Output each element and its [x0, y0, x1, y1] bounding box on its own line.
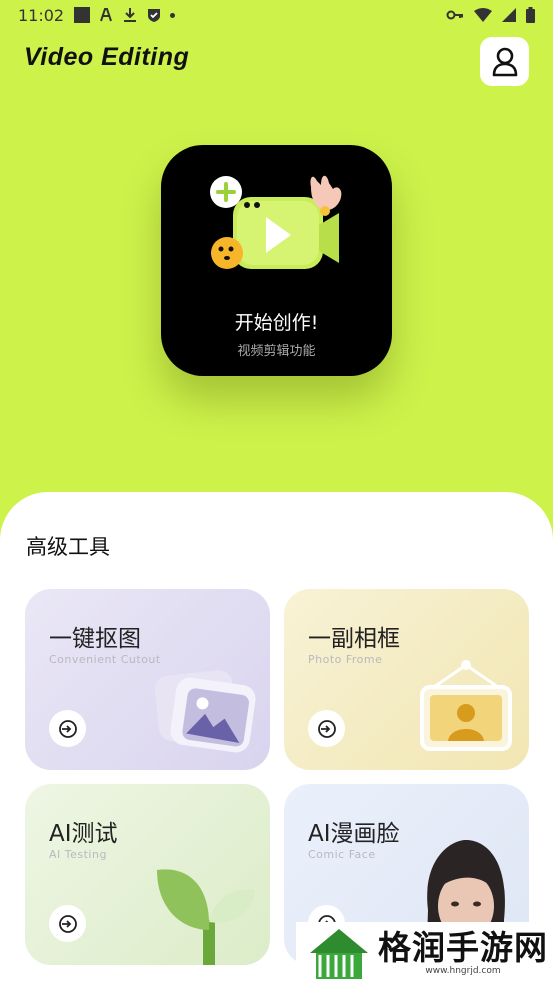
- card-title: 一副相框: [308, 626, 400, 652]
- card-title: AI漫画脸: [308, 821, 400, 847]
- card-subtitle: AI Testing: [49, 848, 107, 861]
- enter-button[interactable]: [49, 905, 86, 942]
- image-picture-icon: [154, 670, 256, 753]
- card-subtitle: Convenient Cutout: [49, 653, 161, 666]
- card-title: AI测试: [49, 821, 118, 847]
- font-download-icon: [100, 8, 113, 22]
- app-title: Video Editing: [24, 43, 190, 71]
- profile-button[interactable]: [480, 37, 529, 86]
- photo-frame-tool-card[interactable]: 一副相框 Photo Frome: [284, 589, 529, 770]
- notification-square-icon: [74, 7, 91, 23]
- app-header: Video Editing: [24, 37, 529, 88]
- ai-testing-tool-card[interactable]: AI测试 AI Testing: [25, 784, 270, 965]
- user-icon: [492, 47, 517, 76]
- site-watermark: 格润手游网 www.hngrjd.com: [296, 922, 553, 984]
- hero-subtitle: 视频剪辑功能: [237, 344, 316, 359]
- shield-check-icon: [148, 9, 161, 22]
- card-subtitle: Photo Frome: [308, 653, 383, 666]
- vpn-key-icon: [446, 10, 463, 20]
- cell-signal-icon: [502, 8, 516, 22]
- start-creating-card[interactable]: 开始创作! 视频剪辑功能: [161, 145, 392, 376]
- enter-button[interactable]: [308, 710, 345, 747]
- login-arrow-icon: [58, 914, 77, 933]
- login-arrow-icon: [58, 719, 77, 738]
- battery-icon: [526, 7, 535, 23]
- card-subtitle: Comic Face: [308, 848, 376, 861]
- watermark-text: 格润手游网: [378, 928, 548, 967]
- status-bar: 11:02: [0, 0, 553, 30]
- download-icon: [124, 8, 137, 22]
- video-camera-illustration: [210, 175, 342, 269]
- watermark-logo-icon: [310, 929, 368, 979]
- sprout-leaf-icon: [157, 869, 255, 965]
- hero-title: 开始创作!: [234, 312, 319, 334]
- section-title: 高级工具: [26, 535, 110, 559]
- wifi-icon: [474, 8, 492, 22]
- watermark-url: www.hngrjd.com: [425, 966, 501, 976]
- advanced-tools-panel: 高级工具 一键抠图 Convenient Cutout 一副相框 Photo F…: [0, 492, 553, 984]
- enter-button[interactable]: [49, 710, 86, 747]
- card-title: 一键抠图: [49, 626, 141, 652]
- picture-frame-icon: [420, 660, 512, 751]
- status-time: 11:02: [18, 5, 65, 25]
- login-arrow-icon: [317, 719, 336, 738]
- more-notifications-dot-icon: [170, 12, 176, 18]
- cutout-tool-card[interactable]: 一键抠图 Convenient Cutout: [25, 589, 270, 770]
